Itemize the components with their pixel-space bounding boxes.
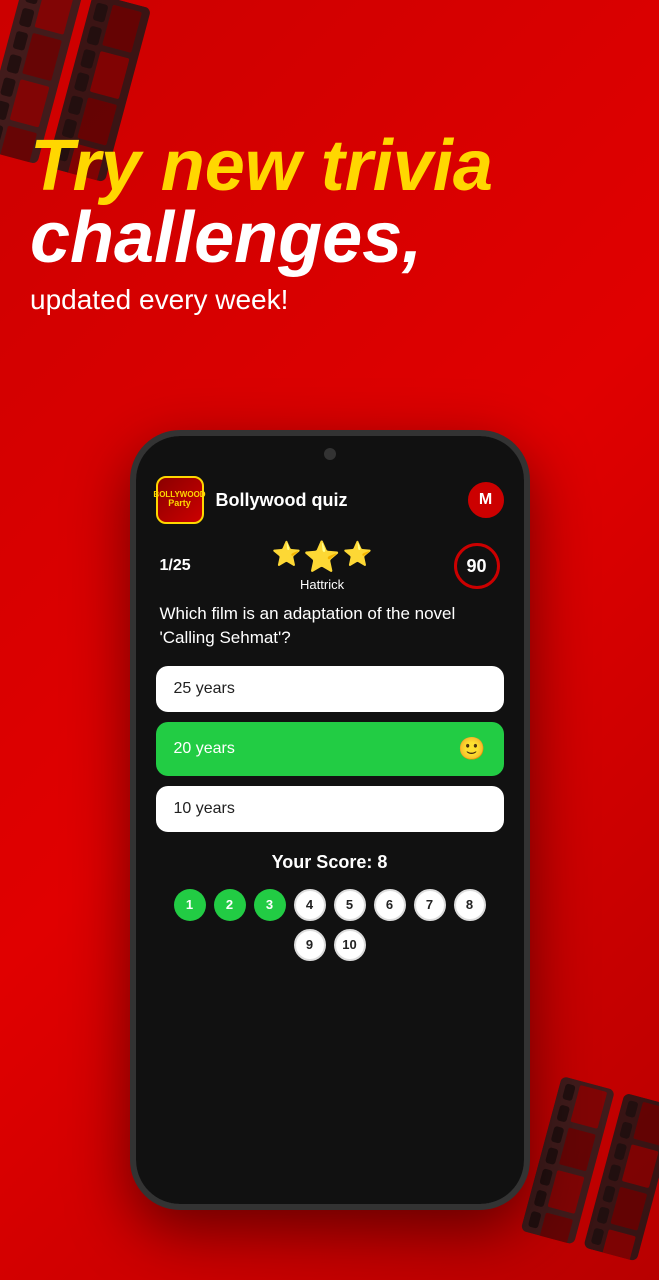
hero-line2: challenges, [30,202,629,274]
star-1: ⭐ [272,540,302,575]
answer-emoji-2: 🙂 [458,736,485,762]
answer-text-2: 20 years [174,740,235,758]
answer-option-1[interactable]: 25 years [156,666,504,712]
phone-mockup: BOLLYWOODParty Bollywood quiz M 1/25 ⭐ ⭐… [130,430,530,1210]
progress-dot-3[interactable]: 3 [254,889,286,921]
app-icon: BOLLYWOODParty [156,476,204,524]
stars-display: ⭐ ⭐ ⭐ [272,540,373,575]
hattrick-label: Hattrick [272,577,373,592]
star-2: ⭐ [303,540,340,575]
hero-section: Try new trivia challenges, updated every… [30,130,629,316]
timer-circle: 90 [454,543,500,589]
star-3: ⭐ [343,540,373,575]
score-label: Your Score: 8 [156,852,504,873]
question-number: 1/25 [160,557,191,575]
hero-line1: Try new trivia [30,130,629,202]
phone-screen: BOLLYWOODParty Bollywood quiz M 1/25 ⭐ ⭐… [136,436,524,1204]
progress-dot-2[interactable]: 2 [214,889,246,921]
app-header: BOLLYWOODParty Bollywood quiz M [156,476,504,524]
answer-text-3: 10 years [174,800,235,818]
answer-text-1: 25 years [174,680,235,698]
answer-option-3[interactable]: 10 years [156,786,504,832]
score-row: 1/25 ⭐ ⭐ ⭐ Hattrick 90 [156,540,504,592]
progress-dot-6[interactable]: 6 [374,889,406,921]
progress-dots: 1 2 3 4 5 6 7 8 9 10 [156,889,504,961]
question-text: Which film is an adaptation of the novel… [156,602,504,650]
progress-dot-10[interactable]: 10 [334,929,366,961]
hero-subtitle: updated every week! [30,284,629,316]
progress-dot-8[interactable]: 8 [454,889,486,921]
phone-notch [324,448,336,460]
app-title: Bollywood quiz [216,490,468,511]
progress-dot-4[interactable]: 4 [294,889,326,921]
app-avatar: M [468,482,504,518]
stars-hattrick: ⭐ ⭐ ⭐ Hattrick [272,540,373,592]
answer-option-2[interactable]: 20 years 🙂 [156,722,504,776]
progress-dot-1[interactable]: 1 [174,889,206,921]
progress-dot-7[interactable]: 7 [414,889,446,921]
progress-dot-9[interactable]: 9 [294,929,326,961]
progress-dot-5[interactable]: 5 [334,889,366,921]
score-display: Your Score: 8 [156,852,504,873]
timer-value: 90 [466,556,486,577]
phone-outer: BOLLYWOODParty Bollywood quiz M 1/25 ⭐ ⭐… [130,430,530,1210]
